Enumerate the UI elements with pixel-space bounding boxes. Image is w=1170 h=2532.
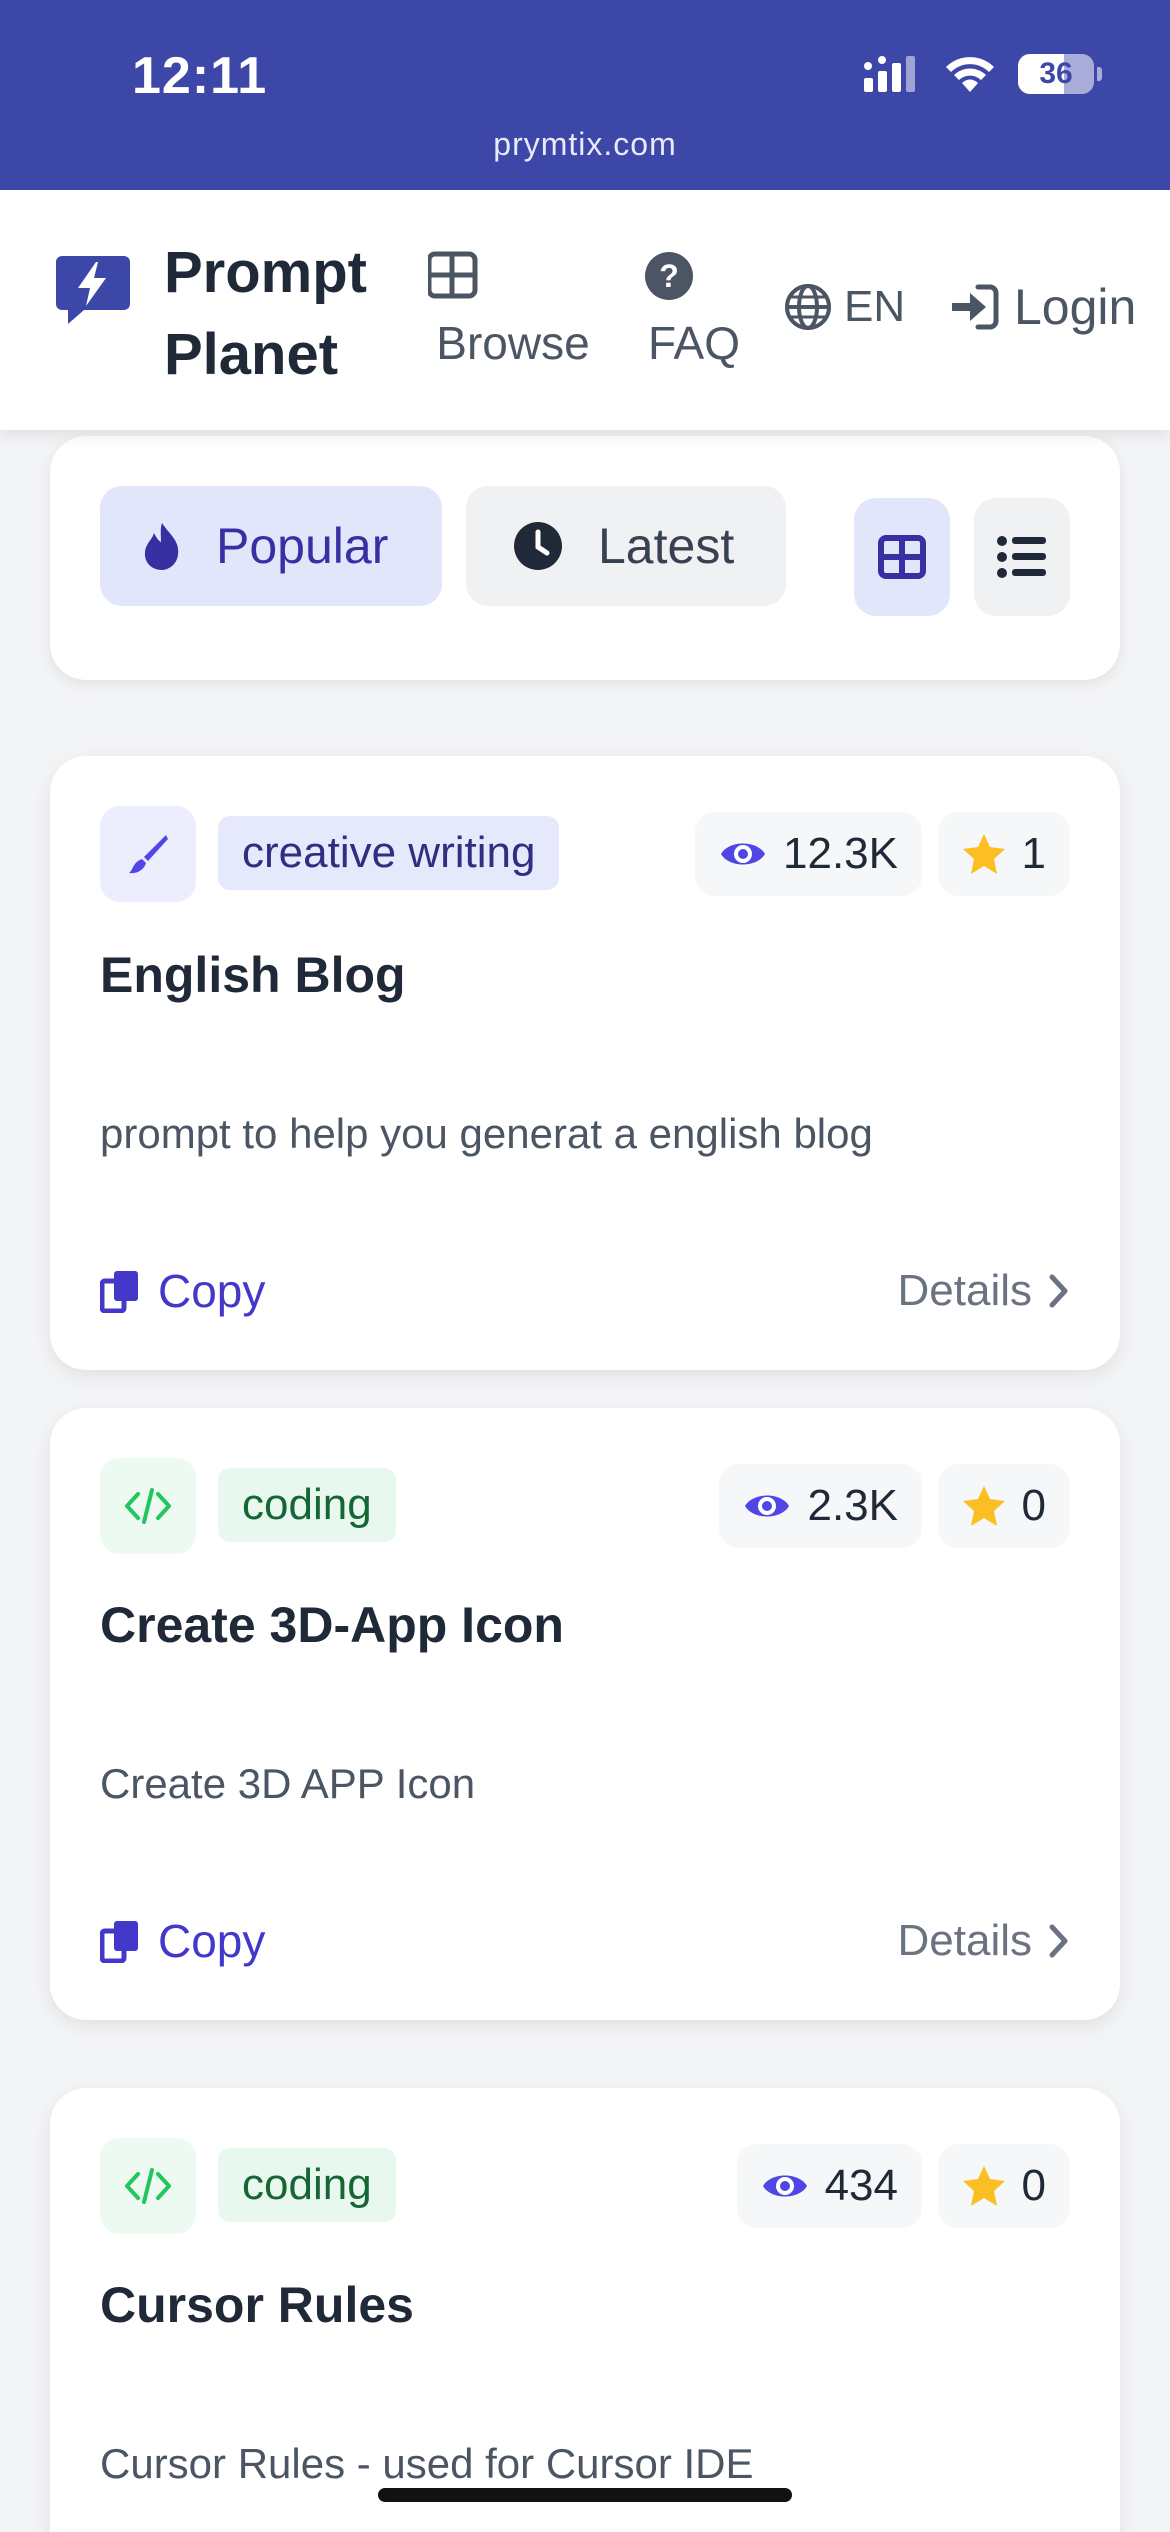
- category-tag[interactable]: coding: [218, 2148, 396, 2222]
- sort-popular-button[interactable]: Popular: [100, 486, 442, 606]
- prompt-description: prompt to help you generat a english blo…: [100, 1110, 873, 1157]
- chevron-right-icon: [1049, 1924, 1068, 1958]
- star-count[interactable]: 0: [937, 2144, 1070, 2228]
- star-icon: [962, 1486, 1005, 1526]
- language-switcher[interactable]: EN: [784, 282, 905, 332]
- status-icons: 36: [862, 54, 1102, 94]
- nav-browse-label: Browse: [436, 317, 590, 369]
- site-header: Prompt Planet Browse ? FAQ EN Login: [0, 190, 1170, 430]
- sort-latest-label: Latest: [598, 518, 735, 574]
- category-tag[interactable]: coding: [218, 1468, 396, 1542]
- prompt-title[interactable]: Create 3D-App Icon: [100, 1596, 564, 1654]
- details-label: Details: [897, 1266, 1033, 1315]
- view-count: 2.3K: [719, 1464, 922, 1548]
- sort-latest-button[interactable]: Latest: [466, 486, 786, 606]
- copy-button[interactable]: Copy: [100, 1914, 265, 1968]
- code-icon: [100, 1458, 196, 1554]
- code-icon: [100, 2138, 196, 2234]
- login-button[interactable]: Login: [948, 278, 1136, 336]
- grid-view-icon: [878, 535, 926, 579]
- copy-label: Copy: [158, 1265, 266, 1317]
- star-icon: [962, 2166, 1005, 2206]
- url-label[interactable]: prymtix.com: [0, 126, 1170, 163]
- list-view-icon: [997, 536, 1046, 578]
- view-count-value: 12.3K: [783, 829, 898, 878]
- grid-view-button[interactable]: [854, 498, 950, 616]
- nav-browse[interactable]: Browse: [428, 246, 598, 370]
- star-count-value: 0: [1021, 2161, 1046, 2210]
- copy-icon: [100, 1921, 138, 1963]
- chevron-right-icon: [1049, 1274, 1068, 1308]
- prompt-description: Cursor Rules - used for Cursor IDE: [100, 2440, 754, 2487]
- brand-line-2: Planet: [164, 322, 339, 387]
- prompt-title[interactable]: Cursor Rules: [100, 2276, 414, 2334]
- brand-line-1: Prompt: [164, 240, 367, 305]
- status-bar: 12:11 36 prymtix.com: [0, 0, 1170, 190]
- svg-text:?: ?: [659, 258, 679, 294]
- prompt-title[interactable]: English Blog: [100, 946, 406, 1004]
- sort-popular-label: Popular: [216, 518, 389, 574]
- star-count[interactable]: 1: [937, 812, 1070, 896]
- view-count: 434: [736, 2144, 922, 2228]
- star-icon: [962, 834, 1005, 874]
- login-icon: [952, 284, 999, 330]
- nav-faq-label: FAQ: [647, 317, 741, 369]
- prompt-card[interactable]: coding 434 0 Cursor Rules Cursor Rules -…: [50, 2088, 1120, 2532]
- language-label: EN: [844, 282, 906, 331]
- brand-name[interactable]: Prompt Planet: [164, 232, 367, 396]
- view-count-value: 2.3K: [807, 1481, 898, 1530]
- globe-icon: [785, 284, 831, 330]
- prompt-card[interactable]: creative writing 12.3K 1 English Blog pr…: [50, 756, 1120, 1370]
- copy-icon: [100, 1271, 138, 1313]
- list-view-button[interactable]: [974, 498, 1070, 616]
- star-count-value: 0: [1021, 1481, 1046, 1530]
- view-count-value: 434: [824, 2161, 898, 2210]
- copy-label: Copy: [158, 1915, 266, 1967]
- view-count: 12.3K: [695, 812, 922, 896]
- wifi-icon: [946, 57, 994, 92]
- details-link[interactable]: Details: [898, 1266, 1071, 1316]
- home-indicator: [378, 2488, 792, 2502]
- details-label: Details: [897, 1916, 1033, 1965]
- fire-icon: [144, 523, 179, 570]
- brush-icon: [100, 806, 196, 902]
- grid-icon: [428, 251, 478, 299]
- status-time: 12:11: [132, 47, 268, 105]
- prompt-description: Create 3D APP Icon: [100, 1760, 476, 1807]
- sort-filter-bar: Popular Latest: [50, 436, 1120, 680]
- logo-icon[interactable]: [54, 250, 132, 328]
- eye-icon: [762, 2175, 807, 2197]
- category-tag[interactable]: creative writing: [218, 816, 560, 890]
- star-count-value: 1: [1021, 829, 1046, 878]
- prompt-card[interactable]: coding 2.3K 0 Create 3D-App Icon Create …: [50, 1408, 1120, 2020]
- battery-icon: 36: [1018, 54, 1102, 94]
- login-label: Login: [1014, 279, 1137, 335]
- eye-icon: [745, 1495, 790, 1517]
- eye-icon: [721, 843, 766, 865]
- battery-level: 36: [1039, 57, 1073, 90]
- question-circle-icon: ?: [645, 252, 693, 300]
- signal-icon: [864, 56, 915, 92]
- nav-faq[interactable]: ? FAQ: [644, 246, 744, 370]
- details-link[interactable]: Details: [898, 1916, 1071, 1966]
- star-count[interactable]: 0: [937, 1464, 1070, 1548]
- clock-icon: [514, 522, 562, 570]
- copy-button[interactable]: Copy: [100, 1264, 265, 1318]
